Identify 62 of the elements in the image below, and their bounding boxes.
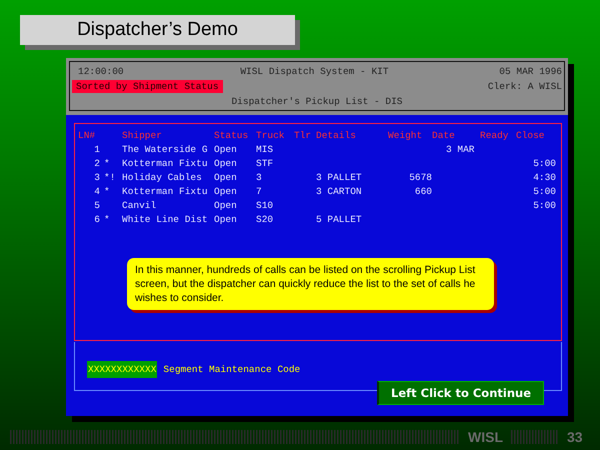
table-cell-text: Kotterman Fixtu [122, 158, 209, 168]
table-cell-text: S20 [256, 214, 274, 224]
table-cell-text: Open [214, 214, 238, 224]
column-header: Shipper [122, 130, 163, 140]
table-cell-text: 5:00 [532, 200, 556, 210]
table-cell-text: 5:00 [532, 158, 556, 168]
table-cell-text: 6 [93, 214, 100, 224]
table-cell-text: 7 [256, 186, 263, 196]
table-cell-text: Kotterman Fixtu [122, 186, 209, 196]
column-header: Truck [256, 130, 286, 140]
stripe-pattern [511, 430, 559, 444]
page-number: 33 [567, 429, 583, 445]
column-header: Status [214, 130, 250, 140]
column-header: Weight [388, 130, 424, 140]
table-cell-text: 3 PALLET [316, 172, 363, 182]
table-cell-text: White Line Dist [122, 214, 209, 224]
system-name: WISL Dispatch System - KIT [240, 66, 389, 77]
sort-label: Sorted by Shipment Status [72, 80, 223, 93]
continue-button[interactable]: Left Click to Continue [377, 381, 544, 405]
table-cell-text: Open [214, 200, 238, 210]
table-cell-text: *! [103, 172, 116, 182]
column-header: Tlr [294, 130, 312, 140]
screen-title: Dispatcher's Pickup List - DIS [231, 96, 403, 107]
column-header: Details [316, 130, 357, 140]
table-cell-text: The Waterside G [122, 144, 209, 154]
info-callout: In this manner, hundreds of calls can be listed on the scrolling Pickup List screen, but the dispatcher can quickly reduce the list to the set of calls he wishes to consider. [127, 258, 494, 310]
column-header: LN# [78, 130, 96, 140]
table-cell-text: STF [256, 158, 274, 168]
table-cell-text: 3 CARTON [316, 186, 363, 196]
table-cell-text: 3 MAR [445, 144, 476, 154]
column-header: Date [432, 130, 456, 140]
system-date: 05 MAR 1996 [499, 66, 562, 77]
table-cell-text: 5:00 [532, 186, 556, 196]
table-cell-text: 5678 [408, 172, 432, 182]
table-cell-text: Open [214, 144, 238, 154]
table-cell-text: 5 PALLET [316, 214, 363, 224]
footer-brand: WISL [468, 429, 503, 445]
segment-code-field[interactable]: XXXXXXXXXXXX [87, 360, 158, 378]
table-cell-text: Open [214, 158, 238, 168]
table-cell-text: 4 [93, 186, 100, 196]
table-cell-text: 1 [93, 144, 100, 154]
table-cell-text: Open [214, 186, 238, 196]
table-cell-text: 3 [256, 172, 263, 182]
clerk-label: Clerk: A WISL [488, 81, 562, 92]
table-cell-text: * [103, 186, 111, 196]
table-cell-text: 5 [93, 200, 100, 210]
table-cell-text: 2 [93, 158, 100, 168]
table-cell-text: 3 [93, 172, 100, 182]
table-cell-text: 660 [414, 186, 432, 196]
segment-label: Segment Maintenance Code [163, 364, 300, 374]
table-cell-text: MIS [256, 144, 274, 154]
column-header: Ready [480, 130, 510, 140]
table-cell-text: 4:30 [532, 172, 556, 182]
table-cell-text: S10 [256, 200, 274, 210]
table-cell-text: Holiday Cables [122, 172, 203, 182]
table-cell-text: Open [214, 172, 238, 182]
table-cell-text: * [103, 158, 111, 168]
clock-time: 12:00:00 [77, 66, 125, 77]
slide-title: Dispatcher’s Demo [20, 15, 295, 45]
table-cell-text: Canvil [122, 200, 158, 210]
table-cell-text: * [103, 214, 111, 224]
column-header: Close [516, 130, 546, 140]
